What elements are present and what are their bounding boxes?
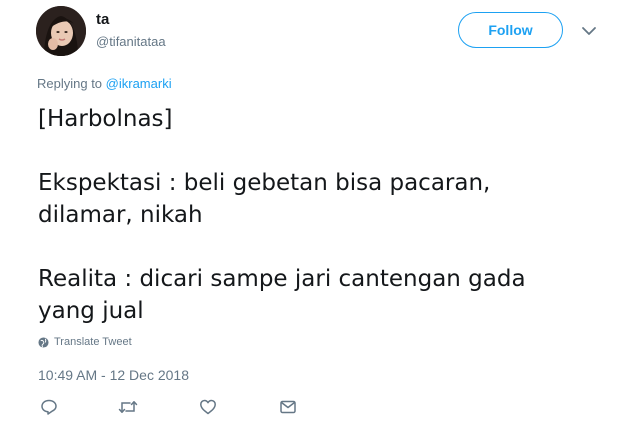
reply-target-link[interactable]: @ikramarki	[106, 76, 172, 91]
tweet-line: yang jual	[38, 298, 144, 324]
tweet-timestamp[interactable]: 10:49 AM - 12 Dec 2018	[38, 367, 189, 383]
translate-tweet-link[interactable]: Translate Tweet	[38, 336, 132, 348]
chevron-down-icon[interactable]	[580, 22, 598, 40]
heart-icon[interactable]	[199, 398, 217, 416]
replying-to: Replying to @ikramarki	[37, 76, 172, 91]
retweet-icon[interactable]	[118, 398, 138, 416]
tweet-actions	[0, 398, 637, 418]
globe-icon	[38, 336, 49, 348]
replying-prefix: Replying to	[37, 76, 106, 91]
reply-icon[interactable]	[40, 398, 58, 416]
user-handle[interactable]: @tifanitataa	[96, 34, 166, 49]
tweet-line: dilamar, nikah	[38, 202, 203, 228]
follow-button[interactable]: Follow	[458, 12, 563, 48]
tweet-line: [Harbolnas]	[38, 106, 173, 132]
avatar[interactable]	[36, 6, 86, 56]
tweet-card: ta @tifanitataa Follow Replying to @ikra…	[0, 0, 637, 432]
translate-label[interactable]: Translate Tweet	[54, 336, 132, 348]
tweet-line: Ekspektasi : beli gebetan bisa pacaran,	[38, 170, 491, 196]
tweet-text: [Harbolnas] Ekspektasi : beli gebetan bi…	[38, 103, 598, 327]
envelope-icon[interactable]	[279, 398, 297, 416]
display-name[interactable]: ta	[96, 11, 109, 28]
tweet-line: Realita : dicari sampe jari cantengan ga…	[38, 266, 526, 292]
